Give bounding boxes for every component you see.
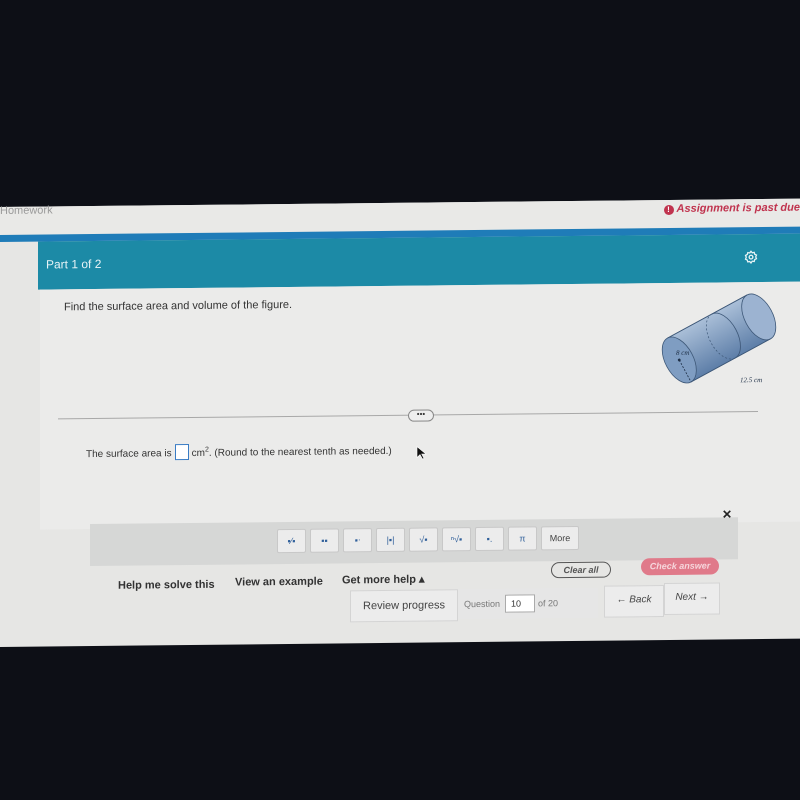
answer-line: The surface area is cm2. (Round to the ne… bbox=[86, 442, 392, 461]
pi-button[interactable]: π bbox=[508, 526, 537, 551]
app-name: Homework bbox=[0, 204, 53, 217]
part-label: Part 1 of 2 bbox=[46, 256, 102, 272]
clear-all-button[interactable]: Clear all bbox=[551, 561, 611, 579]
palette-buttons: ▪⁄▪ ▪▪ ▪ᐧ |▪| √▪ ⁿ√▪ ▪. π More bbox=[277, 525, 579, 554]
get-more-help-link[interactable]: Get more help ▴ bbox=[342, 573, 425, 587]
mixed-number-button[interactable]: ▪▪ bbox=[310, 528, 339, 553]
question-area: Find the surface area and volume of the … bbox=[40, 281, 800, 530]
square-root-button[interactable]: √▪ bbox=[409, 527, 438, 552]
surface-area-input[interactable] bbox=[174, 444, 189, 461]
part-header: Part 1 of 2 bbox=[38, 233, 800, 290]
divider-handle[interactable]: ••• bbox=[408, 409, 434, 422]
answer-unit: cm bbox=[191, 447, 205, 459]
mouse-cursor-icon bbox=[416, 445, 427, 460]
exclamation-circle-icon: ! bbox=[663, 204, 674, 216]
next-button[interactable]: Next → bbox=[664, 582, 720, 616]
check-answer-button[interactable]: Check answer bbox=[641, 557, 719, 576]
length-label: 12.5 cm bbox=[740, 376, 762, 384]
radius-label: 8 cm bbox=[676, 349, 689, 357]
past-due-text: Assignment is past due bbox=[676, 201, 800, 215]
cylinder-figure: 8 cm 12.5 cm bbox=[661, 293, 777, 384]
fraction-button[interactable]: ▪⁄▪ bbox=[277, 528, 306, 554]
question-navigator: Question 10 of 20 bbox=[458, 587, 598, 620]
question-total: of 20 bbox=[538, 598, 559, 609]
more-button[interactable]: More bbox=[541, 525, 579, 551]
close-icon[interactable]: ✕ bbox=[722, 507, 732, 521]
math-palette: ✕ ▪⁄▪ ▪▪ ▪ᐧ |▪| √▪ ⁿ√▪ ▪. π More bbox=[90, 507, 738, 567]
answer-prefix: The surface area is bbox=[86, 448, 172, 461]
decimal-button[interactable]: ▪. bbox=[475, 526, 504, 552]
answer-suffix: . (Round to the nearest tenth as needed.… bbox=[208, 445, 392, 459]
back-button[interactable]: ← Back bbox=[604, 585, 664, 618]
exponent-button[interactable]: ▪ᐧ bbox=[343, 528, 372, 553]
gear-icon[interactable] bbox=[744, 250, 758, 265]
review-progress-button[interactable]: Review progress bbox=[350, 589, 458, 623]
navigation-bar: Review progress Question 10 of 20 ← Back… bbox=[0, 582, 800, 632]
nth-root-button[interactable]: ⁿ√▪ bbox=[442, 527, 471, 552]
past-due-notice: ! Assignment is past due bbox=[663, 201, 800, 216]
view-example-link[interactable]: View an example bbox=[235, 576, 323, 589]
question-label: Question bbox=[464, 598, 501, 610]
browser-screen: Homework ! Assignment is past due Part 1 … bbox=[0, 198, 800, 647]
question-prompt: Find the surface area and volume of the … bbox=[64, 298, 293, 314]
question-number-input[interactable]: 10 bbox=[505, 594, 535, 613]
absolute-value-button[interactable]: |▪| bbox=[376, 527, 405, 553]
